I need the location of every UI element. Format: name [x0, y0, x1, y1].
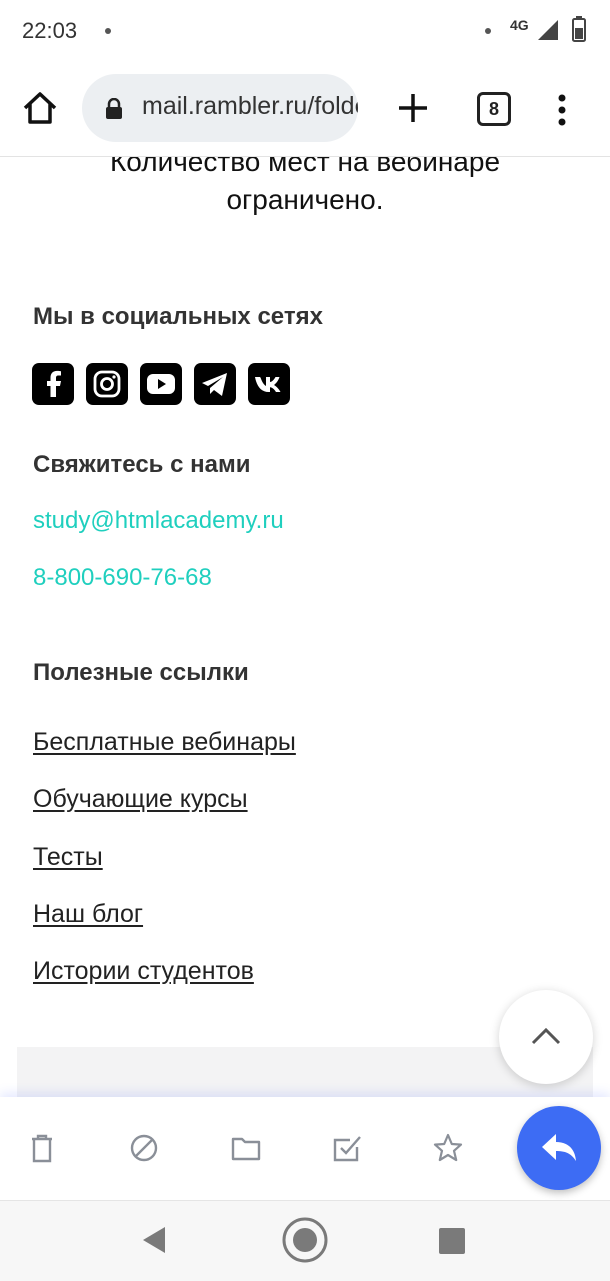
trash-icon[interactable] — [25, 1131, 59, 1165]
system-nav-bar — [0, 1200, 610, 1281]
tab-switcher-button[interactable]: 8 — [477, 92, 511, 126]
more-menu-icon[interactable] — [550, 90, 574, 130]
url-text: mail.rambler.ru/folder/INBOX — [142, 92, 358, 120]
telegram-icon[interactable] — [194, 363, 236, 405]
chevron-up-icon — [531, 1027, 561, 1045]
email-body: Количество мест на вебинаре ограничено. … — [0, 157, 610, 1097]
status-dot — [485, 28, 491, 34]
link-courses[interactable]: Обучающие курсы — [33, 785, 248, 814]
recents-icon[interactable] — [438, 1227, 466, 1255]
youtube-icon[interactable] — [140, 363, 182, 405]
signal-icon — [538, 20, 558, 40]
star-icon[interactable] — [431, 1131, 465, 1165]
instagram-icon[interactable] — [86, 363, 128, 405]
browser-toolbar: mail.rambler.ru/folder/INBOX 8 — [0, 62, 610, 157]
scroll-top-button[interactable] — [499, 990, 593, 1084]
reply-button[interactable] — [517, 1106, 601, 1190]
notice-text: Количество мест на вебинаре ограничено. — [109, 157, 501, 215]
spam-icon[interactable] — [127, 1131, 161, 1165]
status-bar: 22:03 4G — [0, 0, 610, 62]
status-time: 22:03 — [22, 18, 78, 43]
back-icon[interactable] — [140, 1225, 168, 1255]
lock-icon — [106, 98, 122, 119]
battery-icon — [572, 16, 586, 42]
network-type: 4G — [510, 17, 529, 33]
mark-read-icon[interactable] — [330, 1131, 364, 1165]
useful-links-title: Полезные ссылки — [33, 659, 249, 686]
vk-icon[interactable] — [248, 363, 290, 405]
email-link[interactable]: study@htmlacademy.ru — [33, 507, 284, 535]
home-nav-icon[interactable] — [280, 1215, 330, 1265]
notification-dot — [105, 28, 111, 34]
reply-icon — [542, 1134, 576, 1161]
link-free-webinars[interactable]: Бесплатные вебинары — [33, 728, 296, 757]
link-blog[interactable]: Наш блог — [33, 900, 143, 929]
phone-link[interactable]: 8-800-690-76-68 — [33, 564, 212, 592]
link-tests[interactable]: Тесты — [33, 843, 103, 872]
new-tab-icon[interactable] — [393, 88, 433, 128]
social-title: Мы в социальных сетях — [33, 303, 323, 330]
folder-icon[interactable] — [229, 1131, 263, 1165]
home-icon[interactable] — [20, 88, 60, 128]
facebook-icon[interactable] — [32, 363, 74, 405]
link-student-stories[interactable]: Истории студентов — [33, 957, 254, 986]
contacts-title: Свяжитесь с нами — [33, 451, 251, 478]
url-bar[interactable]: mail.rambler.ru/folder/INBOX — [82, 74, 358, 142]
